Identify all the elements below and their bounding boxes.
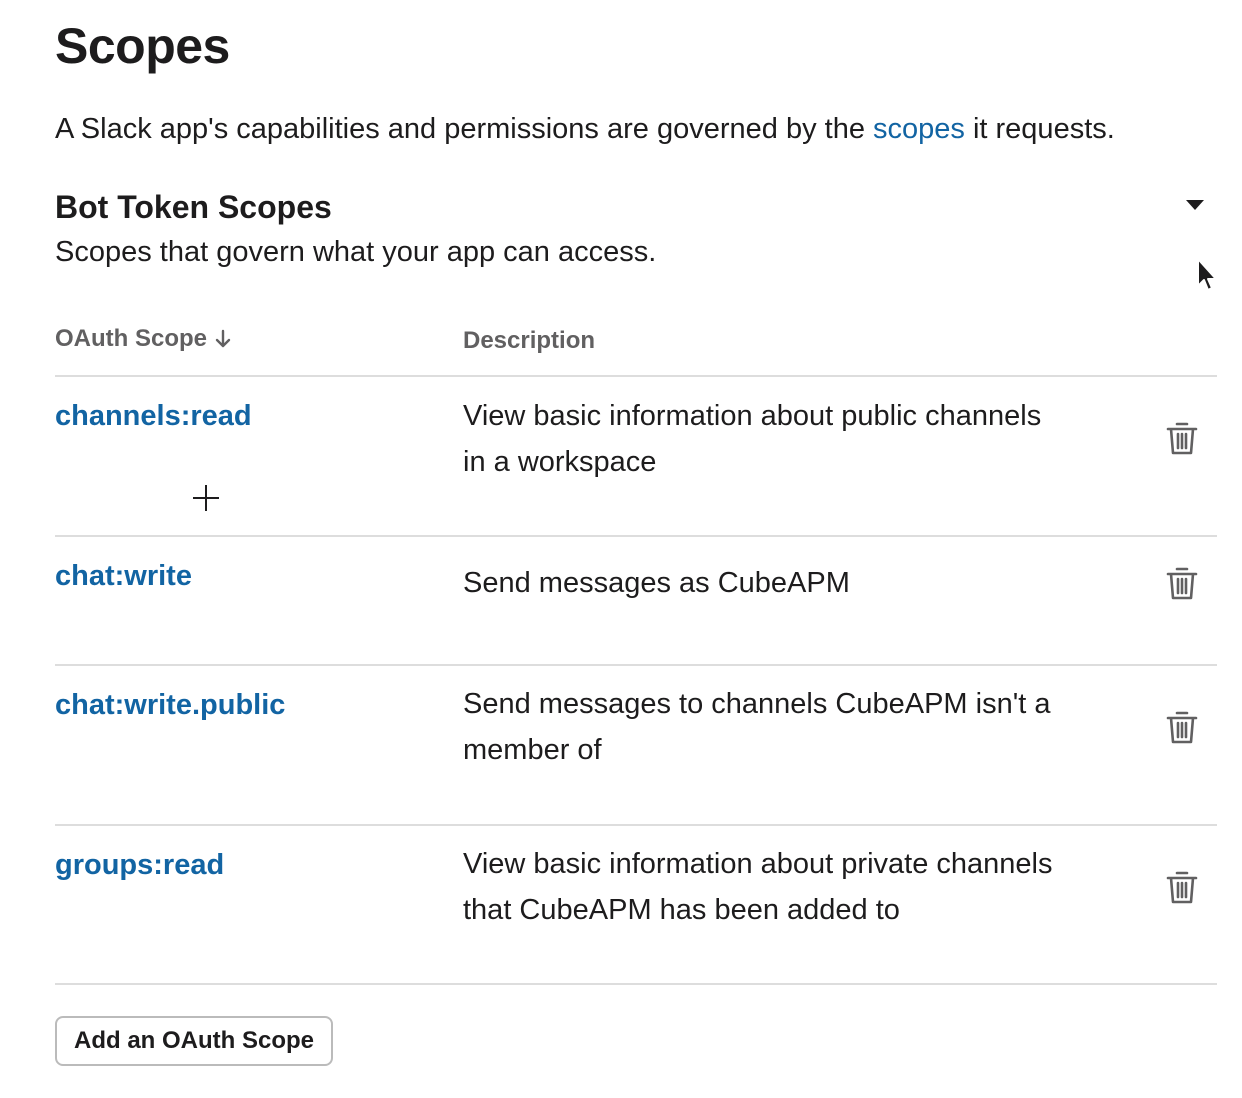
scope-description: Send messages as CubeAPM bbox=[463, 567, 850, 599]
table-bottom-divider bbox=[55, 983, 1217, 985]
scope-description: View basic information about private cha… bbox=[463, 848, 1053, 926]
section-collapse-toggle[interactable] bbox=[1180, 193, 1210, 217]
trash-icon[interactable] bbox=[1165, 709, 1199, 745]
table-row: chat:write.public Send messages to chann… bbox=[55, 666, 1217, 824]
scopes-link[interactable]: scopes bbox=[873, 113, 965, 145]
crosshair-cursor-icon bbox=[193, 485, 219, 511]
trash-icon[interactable] bbox=[1165, 420, 1199, 456]
mouse-pointer-icon bbox=[1197, 258, 1217, 291]
section-title: Bot Token Scopes bbox=[55, 189, 332, 225]
column-header-description: Description bbox=[463, 327, 596, 354]
column-header-oauth-scope-label: OAuth Scope bbox=[55, 325, 208, 352]
scopes-page: Scopes A Slack app's capabilities and pe… bbox=[55, 0, 1217, 1098]
intro-text-start: A Slack app's capabilities and permissio… bbox=[55, 113, 874, 145]
trash-icon[interactable] bbox=[1165, 565, 1199, 601]
arrow-down-icon bbox=[215, 329, 231, 349]
table-row: chat:write Send messages as CubeAPM bbox=[55, 537, 1217, 664]
section-subtitle: Scopes that govern what your app can acc… bbox=[55, 236, 657, 268]
caret-down-icon bbox=[1186, 200, 1204, 210]
table-row: groups:read View basic information about… bbox=[55, 826, 1217, 983]
add-oauth-scope-button[interactable]: Add an OAuth Scope bbox=[55, 1016, 333, 1066]
page-title: Scopes bbox=[55, 18, 230, 74]
intro-text: A Slack app's capabilities and permissio… bbox=[55, 108, 1115, 150]
scope-name[interactable]: chat:write.public bbox=[55, 686, 285, 724]
table-row: channels:read View basic information abo… bbox=[55, 377, 1217, 535]
trash-icon[interactable] bbox=[1165, 869, 1199, 905]
scope-description: Send messages to channels CubeAPM isn't … bbox=[463, 688, 1051, 766]
intro-text-end: it requests. bbox=[964, 113, 1115, 145]
scope-description: View basic information about public chan… bbox=[463, 400, 1042, 478]
column-header-oauth-scope[interactable]: OAuth Scope bbox=[55, 323, 231, 355]
scope-name[interactable]: chat:write bbox=[55, 557, 192, 595]
scope-name[interactable]: channels:read bbox=[55, 397, 252, 435]
scope-name[interactable]: groups:read bbox=[55, 846, 224, 884]
